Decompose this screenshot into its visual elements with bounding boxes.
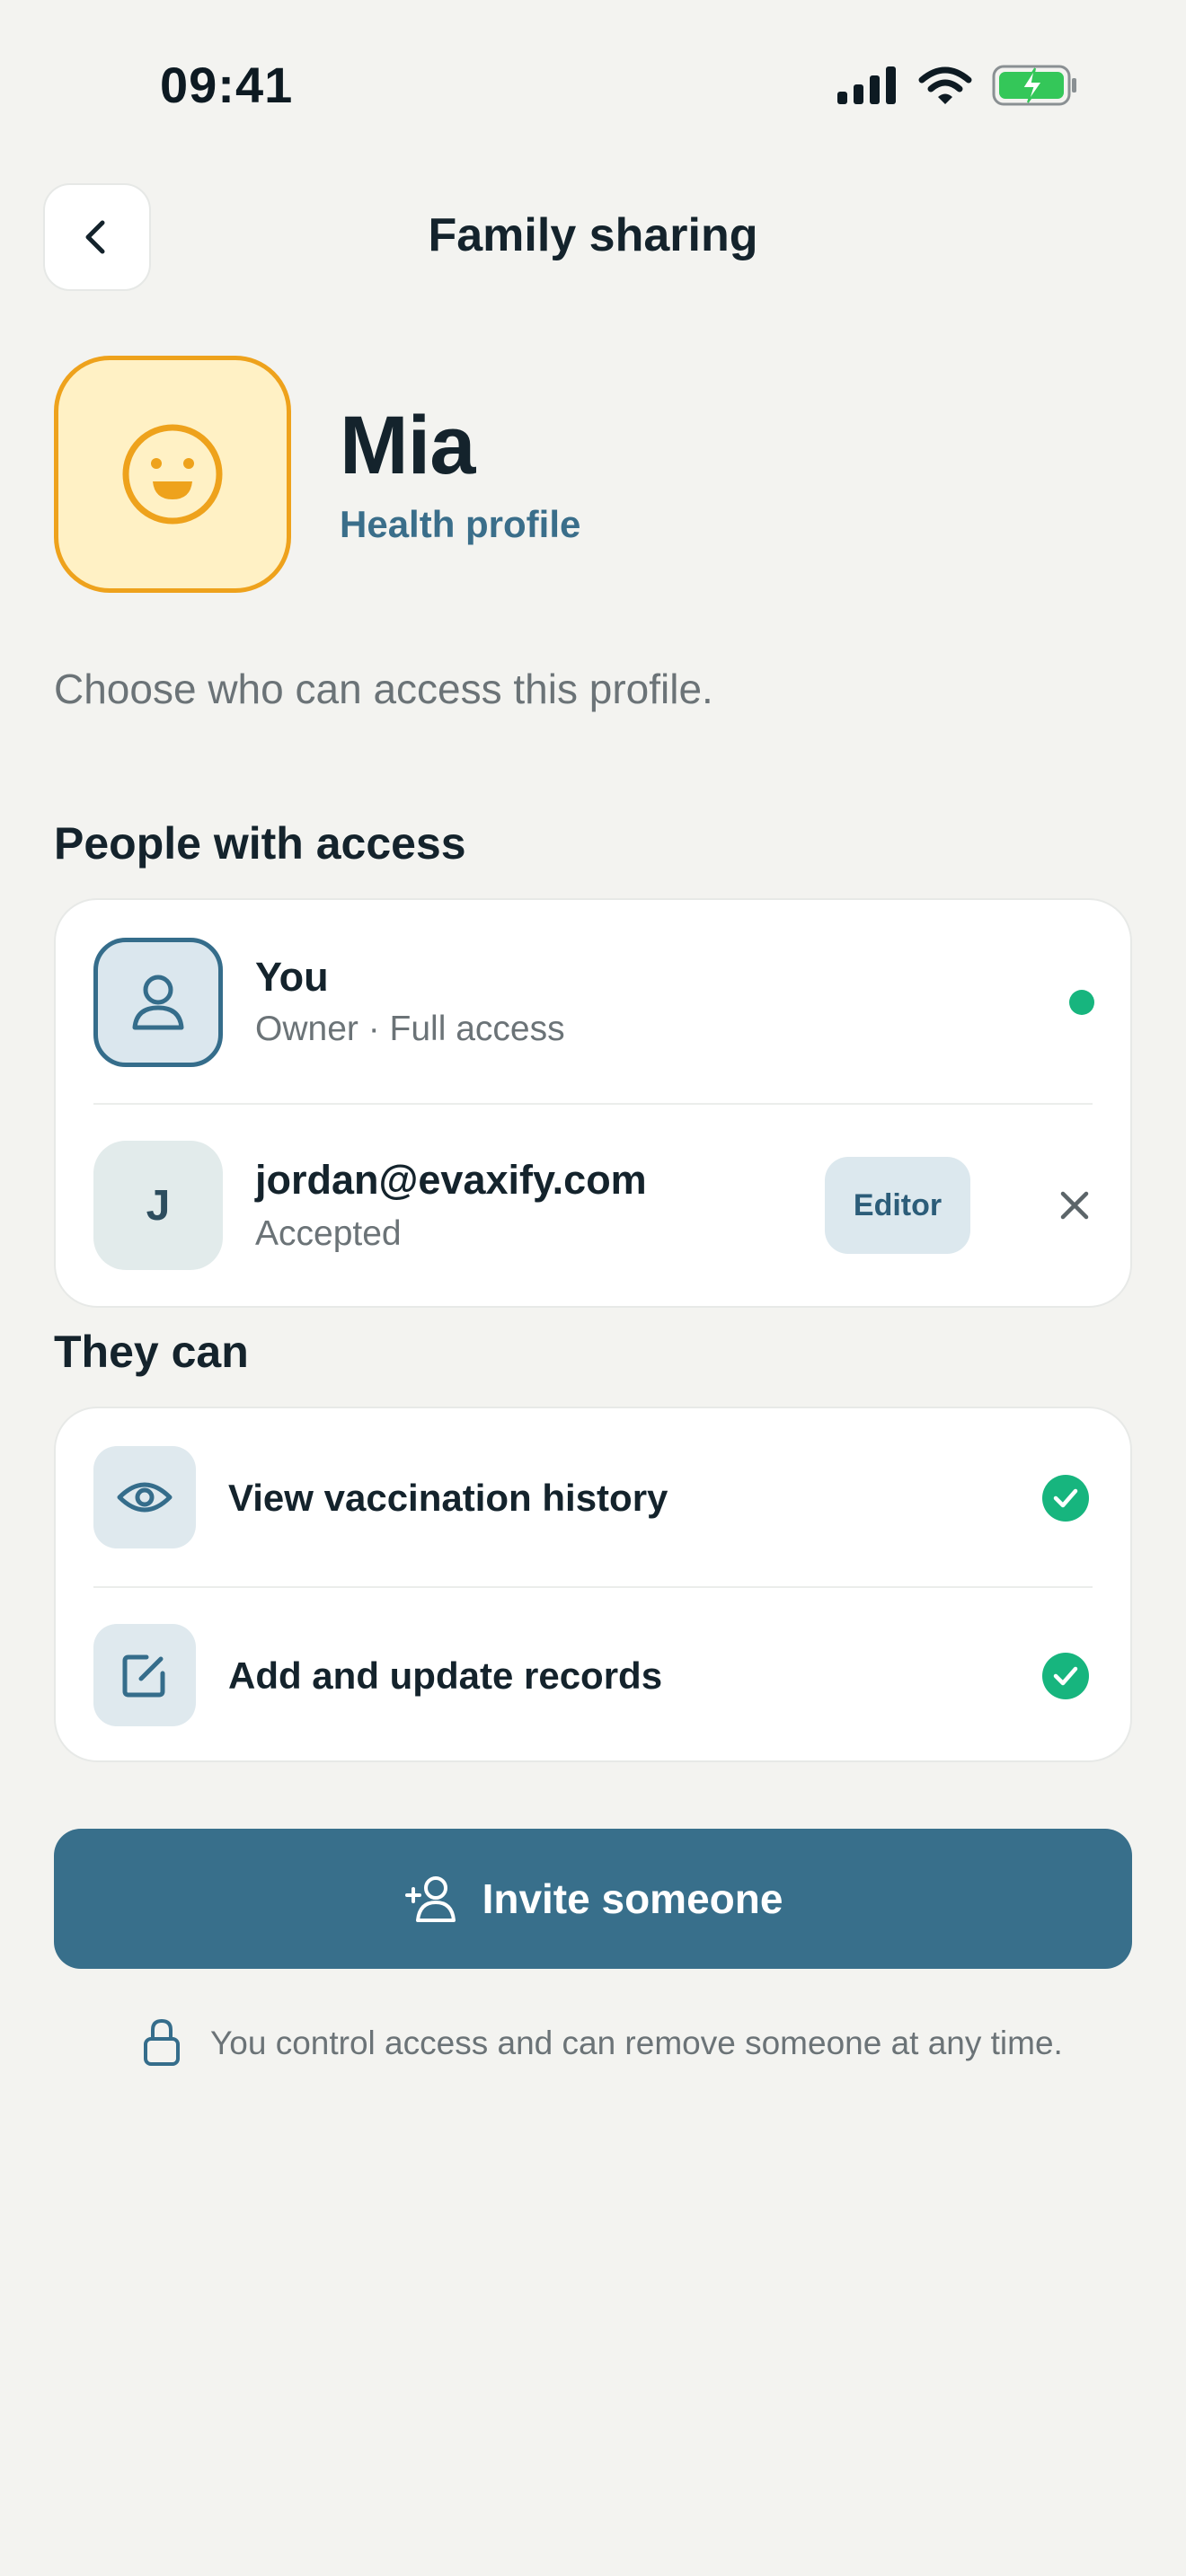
divider: [93, 1103, 1093, 1105]
permission-icon-box: [93, 1446, 196, 1548]
lock-icon: [144, 2018, 180, 2066]
status-time: 09:41: [160, 57, 294, 113]
page-title: Family sharing: [428, 209, 758, 261]
access-footnote: You control access and can remove someon…: [210, 2025, 1063, 2061]
permission-label-edit: Add and update records: [228, 1654, 663, 1697]
battery-charging-icon: [992, 65, 1076, 106]
section-title-access: People with access: [54, 818, 466, 869]
check-icon: [1042, 1475, 1089, 1522]
intro-text: Choose who can access this profile.: [54, 666, 713, 712]
permission-icon-box: [93, 1624, 196, 1726]
close-icon: [1060, 1191, 1089, 1220]
status-icons: [837, 65, 1078, 106]
permission-label-view: View vaccination history: [228, 1477, 668, 1519]
permissions-card: View vaccination history Add and update …: [54, 1407, 1132, 1762]
person-detail-you: Owner · Full access: [255, 1010, 565, 1048]
role-editor-button[interactable]: Editor: [825, 1157, 970, 1254]
edit-icon: [122, 1654, 165, 1698]
person-name-you: You: [255, 954, 329, 1000]
check-icon: [1042, 1653, 1089, 1699]
avatar-initial: J: [93, 1141, 223, 1270]
user-icon: [132, 975, 184, 1030]
profile-name: Mia: [340, 400, 475, 491]
person-name-jordan: jordan@evaxify.com: [255, 1157, 647, 1203]
profile-subtitle: Health profile: [340, 503, 581, 545]
invite-button-label: Invite someone: [482, 1875, 783, 1922]
family-sharing-screen: 09:41 Family sharing Mia Health profile …: [0, 0, 1186, 2576]
remove-person-button[interactable]: [1049, 1180, 1100, 1231]
access-card: You Owner · Full access J jordan@evaxify…: [54, 898, 1132, 1308]
online-status-dot: [1069, 990, 1094, 1015]
profile-avatar: [54, 356, 291, 593]
signal-icon: [837, 66, 896, 104]
invite-someone-button[interactable]: Invite someone: [54, 1829, 1132, 1969]
eye-icon: [117, 1482, 173, 1513]
wifi-icon: [918, 66, 972, 104]
person-detail-jordan: Accepted: [255, 1214, 402, 1253]
avatar: [93, 938, 223, 1067]
divider: [93, 1586, 1093, 1588]
smile-face-icon: [122, 424, 223, 525]
section-title-permissions: They can: [54, 1327, 249, 1377]
add-user-icon: [404, 1876, 456, 1922]
